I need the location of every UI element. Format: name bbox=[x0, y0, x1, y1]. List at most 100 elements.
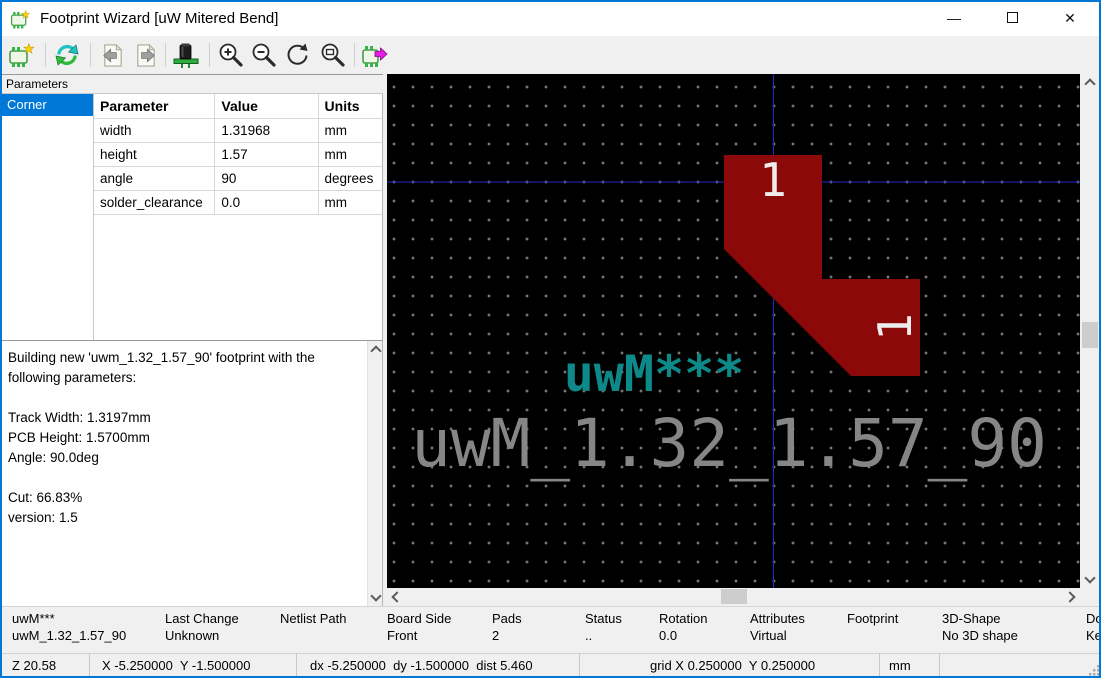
status-field-netlist-path: Netlist Path bbox=[280, 607, 387, 653]
column-header-units: Units bbox=[318, 94, 382, 118]
pad-number-2: 1 bbox=[868, 313, 922, 341]
titlebar[interactable]: ★ Footprint Wizard [uW Mitered Bend] — ✕ bbox=[2, 2, 1099, 36]
next-page-button[interactable] bbox=[130, 40, 160, 70]
build-message-text: Building new 'uwm_1.32_1.57_90' footprin… bbox=[8, 348, 364, 528]
maximize-icon bbox=[1007, 12, 1018, 23]
footprint-preview-canvas[interactable]: uwM*** uwM_1.32_1.57_90 1 1 bbox=[387, 74, 1080, 588]
toolbar-separator bbox=[165, 43, 166, 67]
zoom-level: Z 20.58 bbox=[2, 654, 90, 678]
toolbar: ★ bbox=[2, 36, 1099, 74]
export-footprint-button[interactable] bbox=[360, 40, 390, 70]
message-scrollbar[interactable] bbox=[367, 341, 382, 606]
vertical-scroll-thumb[interactable] bbox=[1082, 322, 1098, 348]
minimize-button[interactable]: — bbox=[925, 2, 983, 36]
scroll-right-icon bbox=[1064, 591, 1075, 602]
param-value[interactable]: 1.57 bbox=[215, 142, 318, 166]
svg-text:★: ★ bbox=[21, 10, 30, 21]
footprint-wizard-window: ★ Footprint Wizard [uW Mitered Bend] — ✕… bbox=[0, 0, 1101, 678]
zoom-out-button[interactable] bbox=[249, 40, 279, 70]
status-spacer bbox=[940, 654, 1101, 678]
status-field-board-side: Board SideFront bbox=[387, 607, 492, 653]
param-name: height bbox=[94, 142, 215, 166]
zoom-redraw-icon bbox=[283, 41, 311, 69]
reload-wizard-icon bbox=[53, 41, 81, 69]
pad-number-1: 1 bbox=[759, 153, 787, 207]
minimize-icon: — bbox=[947, 10, 961, 26]
column-header-parameter: Parameter bbox=[94, 94, 215, 118]
param-name: solder_clearance bbox=[94, 190, 215, 214]
param-units: mm bbox=[318, 118, 382, 142]
canvas-vertical-scrollbar[interactable] bbox=[1080, 74, 1100, 588]
parameters-table: Parameter Value Units width 1.31968 mm h… bbox=[94, 94, 383, 340]
toolbar-separator bbox=[45, 43, 46, 67]
scroll-down-button[interactable] bbox=[368, 590, 383, 602]
mitered-bend-copper-shape bbox=[724, 155, 920, 376]
component-pin-icon bbox=[172, 41, 200, 69]
previous-page-icon bbox=[99, 42, 126, 69]
horizontal-scroll-thumb[interactable] bbox=[721, 589, 747, 604]
select-wizard-button[interactable]: ★ bbox=[7, 40, 37, 70]
scroll-up-icon bbox=[370, 345, 381, 356]
param-units: degrees bbox=[318, 166, 382, 190]
next-page-icon bbox=[132, 42, 159, 69]
component-pin-button[interactable] bbox=[171, 40, 201, 70]
footprint-status-bar: uwM***uwM_1.32_1.57_90 Last ChangeUnknow… bbox=[2, 606, 1101, 653]
zoom-fit-icon bbox=[319, 41, 347, 69]
table-row: angle 90 degrees bbox=[94, 166, 382, 190]
scroll-right-button[interactable] bbox=[1064, 588, 1076, 605]
status-field-name: uwM***uwM_1.32_1.57_90 bbox=[12, 607, 165, 653]
status-field-status: Status.. bbox=[585, 607, 659, 653]
param-value[interactable]: 0.0 bbox=[215, 190, 318, 214]
reload-wizard-button[interactable] bbox=[52, 40, 82, 70]
close-icon: ✕ bbox=[1064, 10, 1076, 26]
scroll-down-icon bbox=[370, 590, 381, 601]
toolbar-separator bbox=[209, 43, 210, 67]
scroll-left-button[interactable] bbox=[391, 588, 403, 605]
resize-grip-icon[interactable] bbox=[1088, 664, 1100, 676]
param-name: angle bbox=[94, 166, 215, 190]
scroll-up-button[interactable] bbox=[368, 345, 383, 357]
zoom-redraw-button[interactable] bbox=[282, 40, 312, 70]
wizard-pages-list: Corner bbox=[2, 94, 94, 340]
reference-text: uwM*** bbox=[564, 345, 745, 403]
window-title: Footprint Wizard [uW Mitered Bend] bbox=[40, 2, 278, 35]
scroll-up-button[interactable] bbox=[1080, 78, 1100, 90]
parameters-panel-header: Parameters bbox=[2, 74, 383, 94]
zoom-fit-button[interactable] bbox=[318, 40, 348, 70]
scroll-up-icon bbox=[1084, 78, 1095, 89]
close-button[interactable]: ✕ bbox=[1041, 2, 1099, 36]
param-units: mm bbox=[318, 190, 382, 214]
table-row: height 1.57 mm bbox=[94, 142, 382, 166]
param-name: width bbox=[94, 118, 215, 142]
units-indicator: mm bbox=[880, 654, 940, 678]
scroll-down-button[interactable] bbox=[1080, 572, 1100, 584]
status-field-rotation: Rotation0.0 bbox=[659, 607, 750, 653]
status-field-footprint: Footprint bbox=[847, 607, 942, 653]
previous-page-button[interactable] bbox=[97, 40, 127, 70]
message-panel: Building new 'uwm_1.32_1.57_90' footprin… bbox=[2, 340, 383, 606]
table-row: solder_clearance 0.0 mm bbox=[94, 190, 382, 214]
svg-text:★: ★ bbox=[23, 41, 35, 56]
status-field-last-change: Last ChangeUnknown bbox=[165, 607, 280, 653]
zoom-in-button[interactable] bbox=[216, 40, 246, 70]
page-item-corner[interactable]: Corner bbox=[2, 94, 93, 116]
footprint-wizard-select-icon: ★ bbox=[8, 41, 36, 69]
app-icon: ★ bbox=[10, 8, 32, 30]
table-header-row: Parameter Value Units bbox=[94, 94, 382, 118]
grid-setting: grid X 0.250000 Y 0.250000 bbox=[580, 654, 880, 678]
param-value[interactable]: 1.31968 bbox=[215, 118, 318, 142]
toolbar-separator bbox=[354, 43, 355, 67]
maximize-button[interactable] bbox=[983, 2, 1041, 36]
zoom-out-icon bbox=[250, 41, 278, 69]
table-row: width 1.31968 mm bbox=[94, 118, 382, 142]
status-field-attributes: AttributesVirtual bbox=[750, 607, 847, 653]
scroll-left-icon bbox=[391, 591, 402, 602]
canvas-horizontal-scrollbar[interactable] bbox=[387, 588, 1080, 605]
status-field-doc: DoKe bbox=[1086, 607, 1101, 653]
status-field-pads: Pads2 bbox=[492, 607, 585, 653]
relative-position: dx -5.250000 dy -1.500000 dist 5.460 bbox=[297, 654, 580, 678]
param-value[interactable]: 90 bbox=[215, 166, 318, 190]
scroll-down-icon bbox=[1084, 572, 1095, 583]
cursor-position: X -5.250000 Y -1.500000 bbox=[90, 654, 297, 678]
export-footprint-icon bbox=[361, 41, 389, 69]
